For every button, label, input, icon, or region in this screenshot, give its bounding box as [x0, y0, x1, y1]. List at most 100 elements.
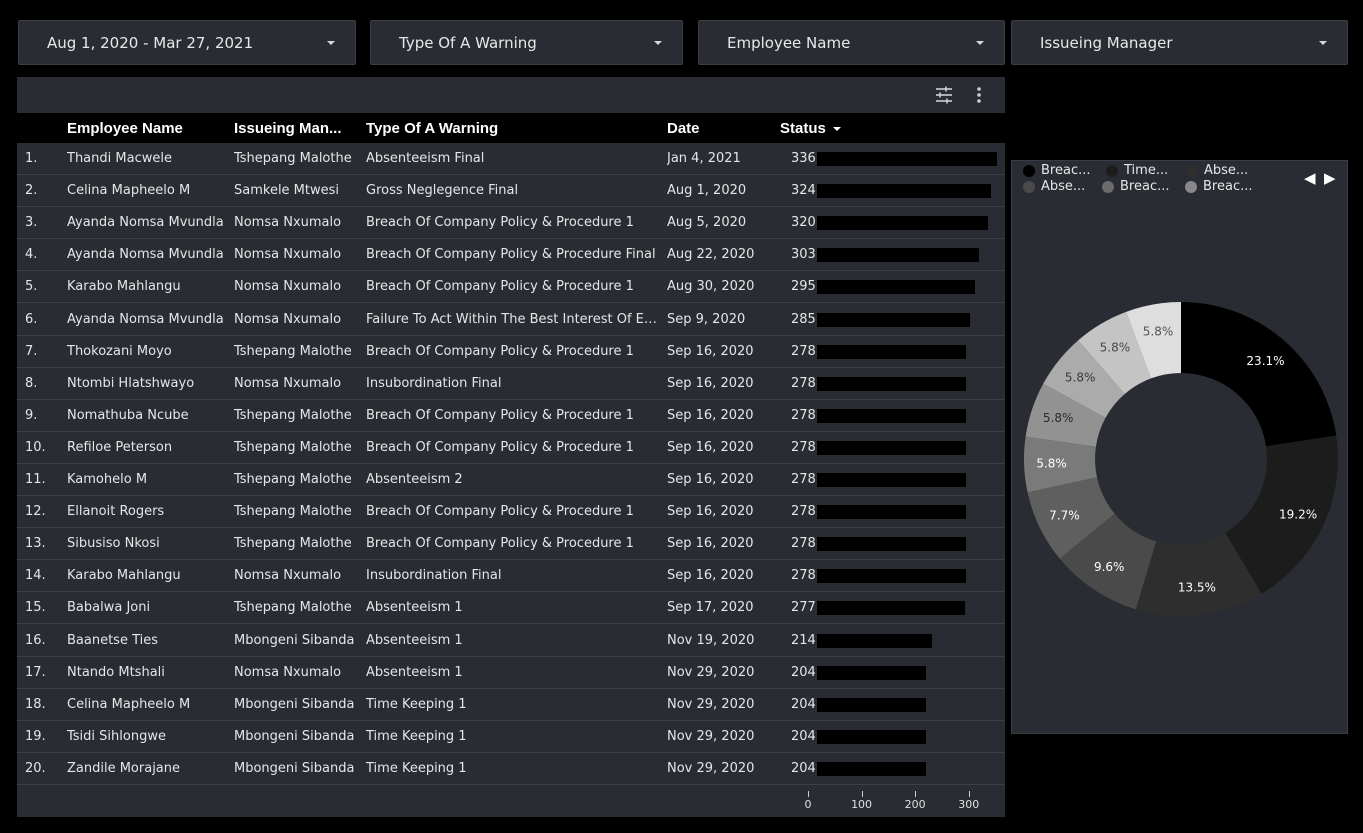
table-row[interactable]: 16. Baanetse Ties Mbongeni Sibanda Absentee… — [17, 625, 1005, 657]
header-warning-type[interactable]: Type Of A Warning — [366, 120, 656, 137]
warning-type-cell: Breach Of Company Policy & Procedure 1 — [366, 504, 634, 520]
row-number: 16. — [25, 632, 46, 648]
employee-name-cell: Thokozani Moyo — [67, 343, 172, 359]
donut-slice-label: 7.7% — [1049, 508, 1080, 522]
issueing-manager-cell: Tshepang Malothe — [234, 343, 352, 359]
status-value: 295 — [791, 279, 816, 295]
employee-name-cell: Ayanda Nomsa Mvundla — [67, 247, 224, 263]
issueing-manager-filter[interactable]: Issueing Manager — [1011, 20, 1348, 65]
employee-name-filter[interactable]: Employee Name — [698, 20, 1005, 65]
employee-name-cell: Babalwa Joni — [67, 600, 151, 616]
table-row[interactable]: 19. Tsidi Sihlongwe Mbongeni Sibanda Time K… — [17, 721, 1005, 753]
header-status: Status — [780, 120, 826, 137]
employee-name-cell: Karabo Mahlangu — [67, 568, 181, 584]
donut-slice-label: 9.6% — [1094, 560, 1125, 574]
warning-type-cell: Breach Of Company Policy & Procedure 1 — [366, 407, 634, 423]
table-row[interactable]: 12. Ellanoit Rogers Tshepang Malothe Breach… — [17, 496, 1005, 529]
date-range-filter[interactable]: Aug 1, 2020 - Mar 27, 2021 — [18, 20, 356, 65]
employee-name-cell: Ayanda Nomsa Mvundla — [67, 215, 224, 231]
date-cell: Nov 29, 2020 — [667, 760, 755, 776]
more-vertical-icon[interactable] — [969, 85, 991, 105]
status-value: 278 — [791, 343, 816, 359]
table-row[interactable]: 13. Sibusiso Nkosi Tshepang Malothe Breach … — [17, 528, 1005, 561]
table-row[interactable]: 1. Thandi Macwele Tshepang Malothe Absentee… — [17, 143, 1005, 175]
row-number: 10. — [25, 439, 46, 455]
status-bar — [817, 505, 966, 520]
date-cell: Aug 30, 2020 — [667, 279, 755, 295]
status-value: 303 — [791, 247, 816, 263]
table-row[interactable]: 10. Refiloe Peterson Tshepang Malothe Breac… — [17, 432, 1005, 464]
table-row[interactable]: 6. Ayanda Nomsa Mvundla Nomsa Nxumalo Failu… — [17, 304, 1005, 336]
status-bar — [817, 376, 966, 391]
employee-name-cell: Nomathuba Ncube — [67, 407, 189, 423]
table-row[interactable]: 20. Zandile Morajane Mbongeni Sibanda Time … — [17, 753, 1005, 785]
date-cell: Aug 1, 2020 — [667, 183, 747, 199]
issueing-manager-cell: Tshepang Malothe — [234, 472, 352, 487]
row-number: 2. — [25, 183, 38, 199]
table-row[interactable]: 9. Nomathuba Ncube Tshepang Malothe Breach … — [17, 400, 1005, 432]
status-value: 204 — [791, 664, 816, 680]
employee-name-cell: Thandi Macwele — [67, 151, 172, 166]
row-number: 8. — [25, 375, 38, 391]
donut-slice-label: 5.8% — [1100, 341, 1131, 355]
warning-type-cell: Breach Of Company Policy & Procedure 1 — [366, 215, 634, 231]
row-number: 3. — [25, 215, 38, 231]
donut-slice[interactable] — [1181, 302, 1337, 447]
employee-name-cell: Ayanda Nomsa Mvundla — [67, 311, 224, 327]
date-cell: Sep 16, 2020 — [667, 439, 754, 455]
employee-name-cell: Ntando Mtshali — [67, 664, 165, 680]
axis-tick — [968, 791, 970, 797]
table-row[interactable]: 18. Celina Mapheelo M Mbongeni Sibanda Time… — [17, 689, 1005, 721]
status-bar — [817, 184, 991, 199]
table-row[interactable]: 4. Ayanda Nomsa Mvundla Nomsa Nxumalo Breac… — [17, 239, 1005, 272]
status-bar — [817, 569, 966, 584]
warning-type-donut-panel: Breac... Time... Abse... Abse... Breac... Bre… — [1011, 160, 1348, 734]
table-row[interactable]: 5. Karabo Mahlangu Nomsa Nxumalo Breach Of … — [17, 271, 1005, 304]
date-cell: Sep 16, 2020 — [667, 536, 754, 552]
donut-slice-label: 5.8% — [1036, 457, 1067, 471]
status-bar — [817, 280, 976, 295]
row-number: 17. — [25, 664, 46, 680]
date-cell: Sep 16, 2020 — [667, 375, 754, 391]
status-value: 278 — [791, 375, 816, 391]
table-header: Employee Name Issueing Man... Type Of A … — [17, 113, 1005, 143]
donut-slice-label: 5.8% — [1043, 411, 1074, 425]
table-row[interactable]: 3. Ayanda Nomsa Mvundla Nomsa Nxumalo Breac… — [17, 207, 1005, 240]
status-bar — [817, 152, 997, 166]
table-toolbar — [17, 77, 1005, 113]
warning-type-cell: Breach Of Company Policy & Procedure 1 — [366, 536, 634, 552]
status-value: 336 — [791, 151, 816, 166]
date-cell: Sep 16, 2020 — [667, 343, 754, 359]
chevron-down-icon — [654, 40, 662, 45]
employee-name-cell: Sibusiso Nkosi — [67, 536, 160, 552]
donut-slice-label: 13.5% — [1178, 581, 1216, 595]
row-number: 1. — [25, 151, 38, 166]
row-number: 6. — [25, 311, 38, 327]
employee-name-cell: Karabo Mahlangu — [67, 279, 181, 295]
header-issueing-manager[interactable]: Issueing Man... — [234, 120, 362, 137]
status-bar — [817, 473, 966, 487]
table-row[interactable]: 14. Karabo Mahlangu Nomsa Nxumalo Insubordi… — [17, 560, 1005, 593]
warning-type-filter[interactable]: Type Of A Warning — [370, 20, 683, 65]
header-date[interactable]: Date — [667, 120, 767, 137]
table-row[interactable]: 8. Ntombi Hlatshwayo Nomsa Nxumalo Insubord… — [17, 368, 1005, 400]
table-row[interactable]: 11. Kamohelo M Tshepang Malothe Absenteeism… — [17, 464, 1005, 496]
warning-type-cell: Failure To Act Within The Best Interest … — [366, 311, 658, 327]
issueing-manager-cell: Mbongeni Sibanda — [234, 760, 355, 776]
issueing-manager-cell: Nomsa Nxumalo — [234, 375, 342, 391]
warning-type-cell: Absenteeism 1 — [366, 632, 463, 648]
table-row[interactable]: 7. Thokozani Moyo Tshepang Malothe Breach O… — [17, 336, 1005, 368]
row-number: 19. — [25, 728, 46, 744]
header-status-cell[interactable]: Status — [780, 120, 900, 137]
header-employee-name[interactable]: Employee Name — [67, 120, 227, 137]
warning-type-cell: Absenteeism 2 — [366, 472, 463, 487]
table-row[interactable]: 17. Ntando Mtshali Nomsa Nxumalo Absenteeis… — [17, 657, 1005, 689]
table-row[interactable]: 2. Celina Mapheelo M Samkele Mtwesi Gross N… — [17, 175, 1005, 208]
warning-type-cell: Absenteeism 1 — [366, 600, 463, 616]
table-row[interactable]: 15. Babalwa Joni Tshepang Malothe Absenteei… — [17, 592, 1005, 625]
status-bar — [817, 601, 966, 616]
filter-settings-icon[interactable] — [934, 85, 956, 105]
employee-name-cell: Ntombi Hlatshwayo — [67, 375, 195, 391]
date-cell: Aug 22, 2020 — [667, 247, 755, 263]
status-value: 214 — [791, 632, 816, 648]
